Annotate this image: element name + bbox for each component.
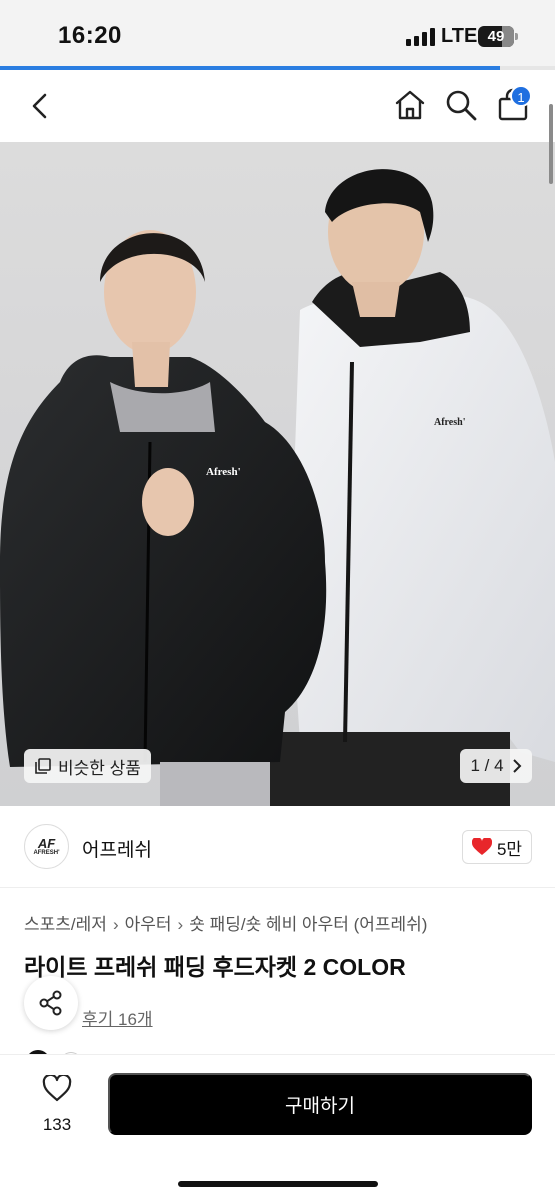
heart-outline-icon (42, 1073, 72, 1102)
cart-badge: 1 (510, 85, 532, 107)
product-photo-illustration: Afresh' Afresh' (0, 169, 555, 806)
network-label: LTE (441, 25, 478, 47)
breadcrumb-item[interactable]: 아우터 (125, 915, 172, 934)
home-icon[interactable] (393, 88, 427, 122)
store-like-count: 5만 (496, 839, 523, 859)
breadcrumb-separator-icon: › (112, 915, 119, 934)
top-nav: 1 (0, 70, 555, 142)
heart-filled-icon (471, 838, 492, 855)
product-title: 라이트 프레쉬 패딩 후드자켓 2 COLOR (24, 954, 406, 980)
breadcrumb-item[interactable]: 스포츠/레저 (24, 915, 107, 934)
breadcrumb-item[interactable]: 숏 패딩/숏 헤비 아우터 (어프레쉬) (189, 915, 427, 934)
search-icon[interactable] (444, 88, 478, 122)
store-logo[interactable]: AF AFRESH' (24, 824, 69, 869)
chevron-left-icon[interactable] (28, 92, 52, 120)
home-indicator (178, 1181, 378, 1187)
store-row[interactable]: AF AFRESH' 어프레쉬 5만 (0, 806, 555, 888)
bottom-action-bar: 133 구매하기 (0, 1054, 555, 1200)
wishlist-count: 133 (42, 1115, 72, 1134)
scrollbar[interactable] (549, 104, 553, 184)
similar-products-button[interactable]: 비슷한 상품 (24, 749, 151, 783)
share-button[interactable] (24, 976, 78, 1030)
jacket-logo-right: Afresh' (434, 417, 466, 428)
buy-button[interactable]: 구매하기 (108, 1073, 532, 1135)
battery-icon: 49 (478, 26, 518, 47)
wishlist-button[interactable]: 133 (36, 1073, 78, 1135)
battery-level: 49 (487, 28, 505, 45)
image-pager[interactable]: 1 / 4 (460, 749, 532, 783)
store-logo-mark: AF (37, 836, 56, 851)
signal-icon (406, 28, 435, 46)
chevron-right-icon (512, 759, 521, 773)
breadcrumb: 스포츠/레저 › 아우터 › 숏 패딩/숏 헤비 아우터 (어프레쉬) (24, 910, 427, 935)
status-bar: 16:20 LTE 49 (0, 0, 555, 66)
image-pager-count: 1 / 4 (470, 756, 504, 775)
copy-icon (35, 758, 51, 774)
store-logo-text: AFRESH' (33, 850, 60, 856)
status-time: 16:20 (58, 22, 122, 49)
jacket-logo-left: Afresh' (206, 466, 241, 478)
product-image[interactable]: Afresh' Afresh' (0, 142, 555, 806)
store-name[interactable]: 어프레쉬 (82, 835, 152, 862)
share-icon (39, 990, 62, 1016)
breadcrumb-separator-icon: › (177, 915, 184, 934)
similar-products-label: 비슷한 상품 (58, 758, 141, 778)
store-like-button[interactable]: 5만 (462, 830, 532, 864)
review-link[interactable]: 후기 16개 (82, 1005, 153, 1030)
